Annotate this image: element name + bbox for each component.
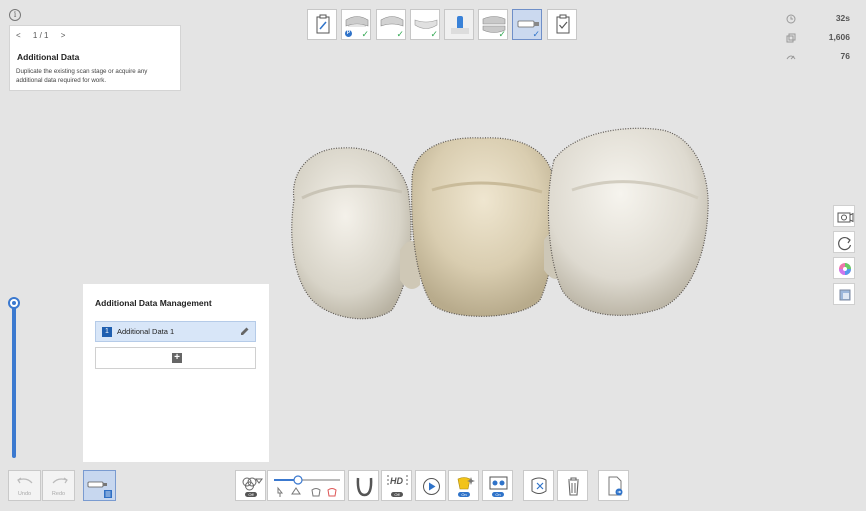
- cube-view-icon: [839, 289, 851, 301]
- filter-level-slider[interactable]: [268, 471, 346, 502]
- scanbody-icon: [451, 16, 469, 34]
- trash-icon: [568, 477, 579, 496]
- item-label: Additional Data 1: [117, 327, 175, 336]
- accuracy-value: 76: [840, 51, 850, 61]
- delete-button[interactable]: [557, 470, 588, 501]
- undo-button[interactable]: Undo: [8, 470, 41, 501]
- arch-mode-button[interactable]: [348, 470, 379, 501]
- brightness-slider-track[interactable]: [12, 304, 16, 458]
- frames-icon: [786, 33, 796, 43]
- ai-tooth-button[interactable]: On: [448, 470, 479, 501]
- guide-next-button[interactable]: >: [61, 31, 66, 40]
- filter-toggle-button[interactable]: Off: [235, 470, 266, 501]
- guide-pager: < 1 / 1 >: [16, 31, 75, 40]
- hd-label: HD: [390, 476, 403, 486]
- clipboard-check-icon: [556, 14, 570, 34]
- scan-time-stat: 32s: [786, 13, 850, 27]
- check-icon: ✓: [532, 29, 540, 39]
- stage-guide-card: < 1 / 1 > Additional Data Duplicate the …: [9, 25, 181, 91]
- add-data-row[interactable]: +: [95, 347, 256, 369]
- stage-occlusion[interactable]: ✓: [478, 9, 508, 40]
- pre-op-badge: P: [345, 30, 352, 37]
- stage-review-button[interactable]: [547, 9, 577, 40]
- scan-filter-slider-panel[interactable]: [267, 470, 345, 501]
- reset-view-button[interactable]: [833, 231, 855, 253]
- camera-icon: [837, 212, 854, 223]
- camera-view-icon: [489, 476, 508, 490]
- document-arrow-icon: [608, 476, 623, 496]
- info-icon[interactable]: i: [9, 9, 21, 21]
- scan-time-value: 32s: [835, 13, 850, 23]
- hd-mode-button[interactable]: HD Off: [381, 470, 412, 501]
- rotate-icon: [838, 236, 852, 251]
- item-number: 1: [102, 327, 112, 337]
- export-report-button[interactable]: [598, 470, 629, 501]
- trim-tooth-icon: [531, 477, 547, 494]
- camera-view-button[interactable]: On: [482, 470, 513, 501]
- panel-title: Additional Data Management: [95, 298, 212, 308]
- redo-icon: [52, 477, 68, 484]
- check-icon: ✓: [361, 29, 369, 39]
- color-wheel-icon: [839, 263, 851, 275]
- clock-icon: [786, 14, 796, 24]
- check-icon: ✓: [498, 29, 506, 39]
- trim-button[interactable]: [523, 470, 554, 501]
- guide-prev-button[interactable]: <: [16, 31, 21, 40]
- accuracy-stat: 76: [786, 51, 850, 65]
- clipboard-pen-icon: [316, 14, 330, 34]
- stage-scanbody[interactable]: [444, 9, 474, 40]
- 3d-scan-model[interactable]: [282, 120, 714, 330]
- undo-label: Undo: [17, 491, 32, 497]
- gauge-icon: [786, 55, 796, 60]
- redo-button[interactable]: Redo: [42, 470, 75, 501]
- additional-data-panel: Additional Data Management 1 Additional …: [83, 284, 269, 462]
- redo-label: Redo: [51, 491, 66, 497]
- plus-icon[interactable]: +: [172, 353, 182, 363]
- stage-notes-button[interactable]: [307, 9, 337, 40]
- frame-count-stat: 1,606: [786, 32, 850, 46]
- stage-upper-scan[interactable]: ✓: [376, 9, 406, 40]
- guide-title: Additional Data: [17, 52, 80, 62]
- play-button[interactable]: [415, 470, 446, 501]
- capture-button[interactable]: [833, 205, 855, 227]
- ai-tooth-icon: [457, 477, 475, 490]
- view-mode-button[interactable]: [833, 283, 855, 305]
- check-icon: ✓: [430, 29, 438, 39]
- brightness-slider-handle[interactable]: [8, 297, 20, 309]
- scanner-list-icon: [87, 481, 112, 498]
- stage-lower-scan[interactable]: ✓: [410, 9, 440, 40]
- additional-data-item[interactable]: 1 Additional Data 1: [95, 321, 256, 342]
- check-icon: ✓: [396, 29, 404, 39]
- ai-on-badge: On: [458, 492, 470, 497]
- stage-upper-jaw[interactable]: P ✓: [341, 9, 371, 40]
- pencil-icon[interactable]: [239, 326, 250, 337]
- additional-data-list-button[interactable]: [83, 470, 116, 501]
- filter-icon: [242, 477, 263, 491]
- play-icon: [423, 478, 440, 495]
- camera-view-on-badge: On: [492, 492, 504, 497]
- filter-off-badge: Off: [245, 492, 257, 497]
- undo-icon: [17, 477, 33, 484]
- arch-icon: [356, 477, 373, 497]
- color-mode-button[interactable]: [833, 257, 855, 279]
- guide-description: Duplicate the existing scan stage or acq…: [16, 68, 148, 84]
- stage-additional-data[interactable]: ✓: [512, 9, 542, 40]
- hd-off-badge: Off: [391, 492, 403, 497]
- guide-page-indicator: 1 / 1: [32, 31, 49, 40]
- frame-count-value: 1,606: [828, 32, 850, 42]
